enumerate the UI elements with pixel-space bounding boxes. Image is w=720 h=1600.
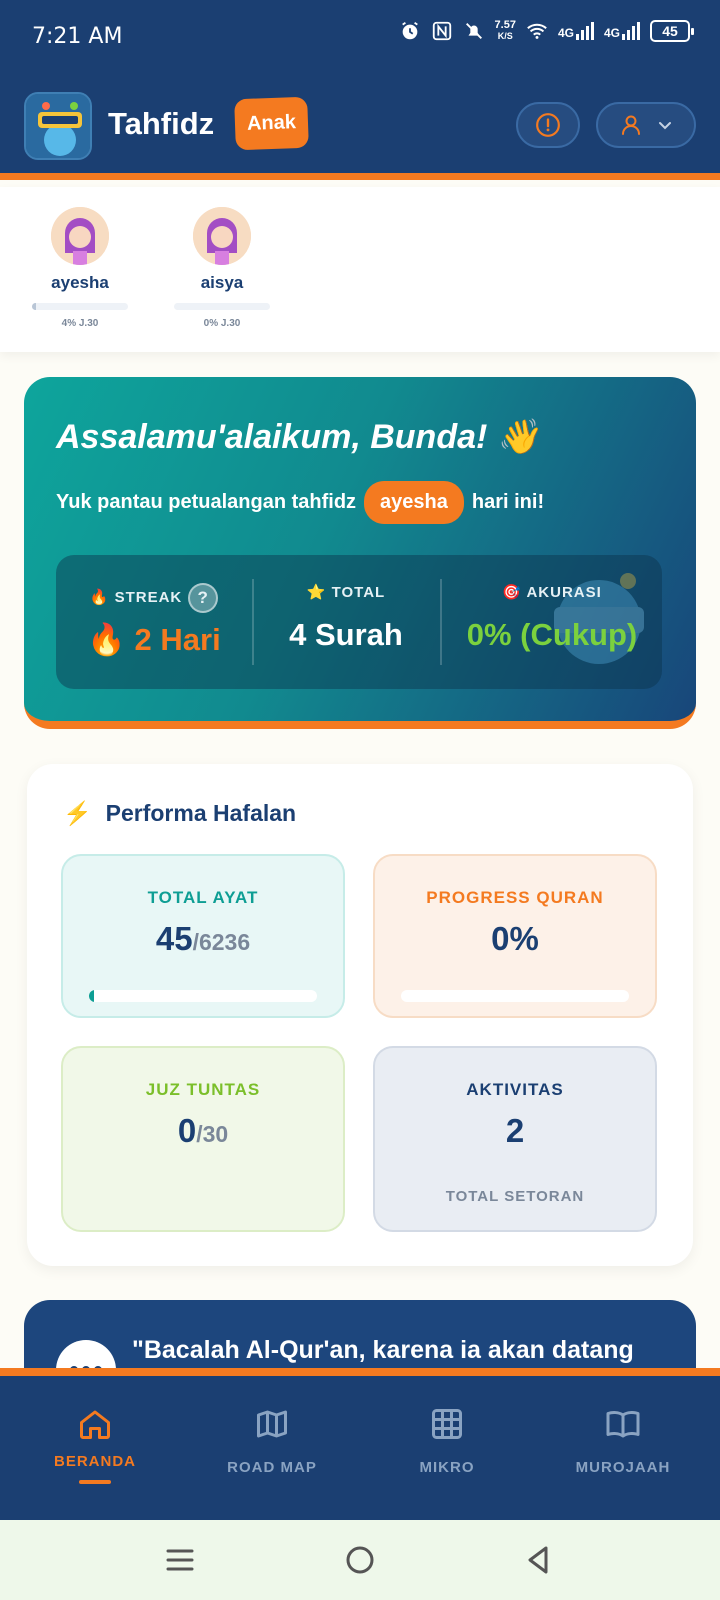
accuracy-label: 🎯 AKURASI: [502, 584, 602, 601]
tile-label: TOTAL AYAT: [147, 888, 259, 907]
nav-label: MUROJAAH: [575, 1459, 671, 1476]
juz-tuntas-tile: JUZ TUNTAS 0/30: [61, 1046, 345, 1232]
subtitle-suffix: hari ini!: [471, 491, 545, 513]
nfc-icon: [432, 21, 451, 41]
child-progress-fill: [32, 303, 36, 310]
nav-label: MIKRO: [419, 1459, 475, 1476]
alarm-icon: [401, 21, 418, 40]
user-menu-button[interactable]: [596, 102, 696, 148]
accuracy-stat: 🎯 AKURASI 0% (Cukup): [442, 555, 662, 689]
battery-indicator: 45: [650, 20, 694, 42]
tile-label: PROGRESS QURAN: [426, 888, 604, 907]
progress-quran-tile: PROGRESS QURAN 0%: [373, 854, 657, 1018]
quote-text: "Bacalah Al-Qur'an, karena ia akan datan…: [132, 1336, 634, 1364]
tile-progress-bar: [89, 990, 317, 1002]
child-selector: ayesha 4% J.30 aisya 0% J.30: [0, 187, 720, 352]
girl-avatar-icon: [193, 207, 251, 265]
child-name: ayesha: [51, 273, 109, 292]
nav-beranda[interactable]: BERANDA: [10, 1406, 180, 1484]
alert-button[interactable]: [516, 102, 580, 148]
status-bar: 7:21 AM 7.57 K/S 4G 4G 45: [0, 0, 720, 72]
child-progress-bar: [32, 303, 128, 310]
tile-value: 0%: [491, 920, 539, 957]
signal-2: 4G: [604, 22, 640, 40]
chevron-down-icon: [659, 122, 671, 130]
avatar: [51, 207, 109, 265]
wifi-icon: [527, 23, 547, 39]
child-name: aisya: [200, 273, 244, 292]
back-icon[interactable]: [518, 1542, 558, 1578]
accuracy-value: 0% (Cukup): [466, 617, 638, 652]
bottom-navigation: BERANDA ROAD MAP MIKRO MUROJAAH: [0, 1368, 720, 1520]
home-icon: [80, 1410, 110, 1439]
home-circle-icon[interactable]: [340, 1542, 380, 1578]
child-item-aisya[interactable]: aisya 0% J.30: [172, 207, 272, 329]
total-ayat-tile: TOTAL AYAT 45/6236: [61, 854, 345, 1018]
tile-progress-bar: [401, 990, 629, 1002]
nav-label: BERANDA: [54, 1453, 136, 1470]
streak-label-row: 🔥 STREAK?: [56, 583, 252, 613]
tile-progress-fill: [89, 990, 94, 1002]
tile-label: AKTIVITAS: [466, 1080, 564, 1099]
nav-murojaah[interactable]: MUROJAAH: [538, 1406, 708, 1476]
nav-label: ROAD MAP: [227, 1459, 317, 1476]
greeting-card: Assalamu'alaikum, Bunda! 👋 Yuk pantau pe…: [24, 377, 696, 729]
app-logo[interactable]: [24, 92, 92, 160]
aktivitas-tile: AKTIVITAS 2 TOTAL SETORAN: [373, 1046, 657, 1232]
app-badge: Anak: [234, 96, 309, 151]
tile-value: 2: [505, 1112, 525, 1149]
user-icon: [622, 115, 640, 135]
performance-header: ⚡ Performa Hafalan: [63, 800, 296, 827]
total-value: 4 Surah: [289, 617, 403, 652]
streak-label: 🔥 STREAK: [89, 588, 183, 606]
total-label: ⭐ TOTAL: [306, 584, 386, 601]
network-speed: 7.57 K/S: [494, 19, 516, 42]
menu-icon[interactable]: [160, 1542, 200, 1578]
active-indicator: [79, 1480, 111, 1484]
signal-1: 4G: [558, 22, 594, 40]
signal-bars-icon: [622, 22, 640, 40]
clock: 7:21 AM: [32, 24, 123, 49]
book-icon: [606, 1411, 640, 1438]
map-icon: [257, 1410, 287, 1438]
tile-footer: TOTAL SETORAN: [445, 1188, 585, 1205]
grid-icon: [432, 1409, 462, 1439]
child-progress-label: 0% J.30: [203, 318, 241, 329]
tile-value-suffix: /6236: [192, 929, 251, 955]
subtitle-prefix: Yuk pantau petualangan tahfidz: [56, 491, 357, 513]
app-header: Tahfidz Anak: [0, 72, 720, 180]
tile-value: 0/30: [177, 1112, 229, 1149]
tile-value: 45/6236: [155, 920, 251, 957]
greeting-title: Assalamu'alaikum, Bunda! 👋: [56, 418, 540, 456]
child-progress-label: 4% J.30: [61, 318, 99, 329]
signal-bars-icon: [575, 22, 594, 40]
tile-label: JUZ TUNTAS: [145, 1080, 261, 1099]
nav-road-map[interactable]: ROAD MAP: [187, 1406, 357, 1476]
streak-stat: 🔥 STREAK? 🔥 2 Hari: [56, 555, 252, 689]
girl-avatar-icon: [51, 207, 109, 265]
child-item-ayesha[interactable]: ayesha 4% J.30: [30, 207, 130, 329]
system-navigation-bar: [0, 1520, 720, 1600]
stats-panel: 🔥 STREAK? 🔥 2 Hari ⭐ TOTAL 4 Surah 🎯 AKU…: [56, 555, 662, 689]
active-child-pill[interactable]: ayesha: [364, 481, 464, 524]
greeting-subtitle: Yuk pantau petualangan tahfidz ayesha ha…: [56, 481, 544, 524]
alert-circle-icon: [536, 113, 560, 137]
performance-card: ⚡ Performa Hafalan TOTAL AYAT 45/6236 PR…: [27, 764, 693, 1266]
total-stat: ⭐ TOTAL 4 Surah: [254, 555, 438, 689]
child-progress-bar: [174, 303, 270, 310]
logo-image: [26, 94, 90, 158]
nav-mikro[interactable]: MIKRO: [362, 1406, 532, 1476]
mute-bell-icon: [465, 23, 482, 39]
lightning-icon: ⚡: [63, 800, 92, 826]
status-icons: 7.57 K/S 4G 4G 45: [399, 19, 694, 42]
tile-value-suffix: /30: [196, 1121, 229, 1147]
streak-help-button[interactable]: ?: [188, 583, 219, 613]
app-title: Tahfidz: [108, 106, 215, 141]
streak-value: 🔥 2 Hari: [87, 622, 221, 657]
performance-title: Performa Hafalan: [105, 800, 297, 826]
avatar: [193, 207, 251, 265]
